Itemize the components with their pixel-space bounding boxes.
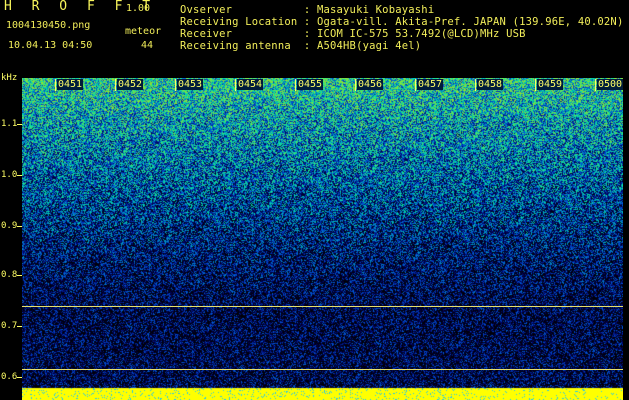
time-tick bbox=[115, 79, 116, 91]
time-label: 0451 bbox=[57, 79, 84, 90]
time-label: 0454 bbox=[237, 79, 264, 90]
meteor-count: 44 bbox=[141, 40, 154, 51]
spectrogram bbox=[22, 78, 623, 400]
time-tick bbox=[415, 79, 416, 91]
y-tick-label: 1.0 bbox=[1, 170, 18, 180]
time-tick bbox=[475, 79, 476, 91]
y-tick-label: 0.7 bbox=[1, 321, 18, 331]
y-tick-mark bbox=[17, 377, 22, 378]
time-label: 0500 bbox=[597, 79, 624, 90]
y-tick-label: 0.9 bbox=[1, 221, 18, 231]
y-tick-label: 0.8 bbox=[1, 270, 18, 280]
time-label: 0459 bbox=[537, 79, 564, 90]
time-label: 0455 bbox=[297, 79, 324, 90]
time-label: 0453 bbox=[177, 79, 204, 90]
time-tick bbox=[295, 79, 296, 91]
app-version: 1.00 bbox=[126, 3, 151, 14]
y-tick-mark bbox=[17, 275, 22, 276]
y-tick-mark bbox=[17, 124, 22, 125]
receiver-line: Receiver : ICOM IC-575 53.7492(@LCD)MHz … bbox=[180, 28, 526, 40]
image-filename: 1004130450.png bbox=[6, 20, 91, 31]
time-tick bbox=[175, 79, 176, 91]
y-tick-mark bbox=[17, 326, 22, 327]
time-label: 0458 bbox=[477, 79, 504, 90]
antenna-line: Receiving antenna : A504HB(yagi 4el) bbox=[180, 40, 422, 52]
y-axis-unit: kHz bbox=[1, 73, 18, 83]
time-label: 0452 bbox=[117, 79, 144, 90]
time-tick bbox=[535, 79, 536, 91]
location-line: Receiving Location : Ogata-vill. Akita-P… bbox=[180, 16, 624, 28]
time-tick bbox=[55, 79, 56, 91]
time-tick bbox=[235, 79, 236, 91]
y-tick-mark bbox=[17, 175, 22, 176]
time-label: 0456 bbox=[357, 79, 384, 90]
marker-line-upper bbox=[22, 306, 623, 307]
marker-line-lower bbox=[22, 369, 623, 370]
y-tick-label: 1.1 bbox=[1, 119, 18, 129]
time-tick bbox=[355, 79, 356, 91]
meteor-label: meteor bbox=[125, 26, 162, 37]
time-label: 0457 bbox=[417, 79, 444, 90]
time-tick bbox=[595, 79, 596, 91]
observer-line: Ovserver : Masayuki Kobayashi bbox=[180, 4, 435, 16]
date-time: 10.04.13 04:50 bbox=[8, 40, 93, 51]
y-tick-mark bbox=[17, 226, 22, 227]
y-tick-label: 0.6 bbox=[1, 372, 18, 382]
